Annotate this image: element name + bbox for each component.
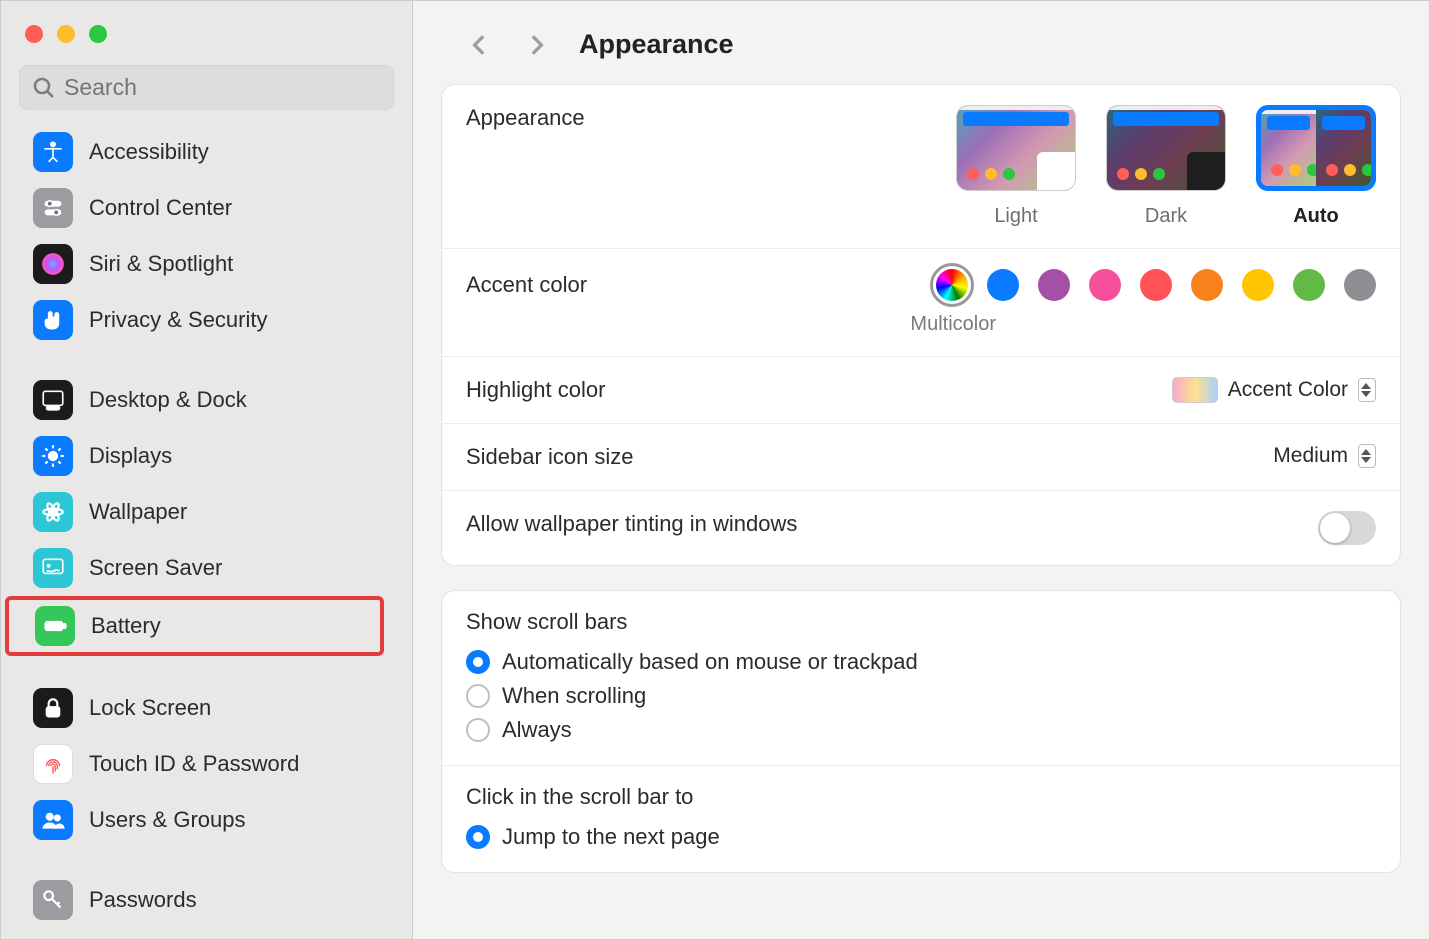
highlight-color-value: Accent Color [1228,378,1348,402]
click-scrollbar-title: Click in the scroll bar to [442,766,1400,820]
sidebar-item-label: Siri & Spotlight [89,251,233,277]
sidebar-item-label: Privacy & Security [89,307,268,333]
window-close-button[interactable] [25,25,43,43]
appearance-card: Appearance Light Dark Auto Accent color Mu… [441,84,1401,566]
sidebar-item-label: Screen Saver [89,555,222,581]
scrollbars-list-option-scrolling[interactable]: When scrolling [466,679,1376,713]
sidebar-item-battery[interactable]: Battery [5,596,384,656]
accent-swatch-multicolor[interactable] [936,269,968,301]
accent-color-label: Accent color [466,272,587,298]
sun-icon [33,436,73,476]
radio-label: Always [502,717,572,743]
highlight-color-select[interactable]: Accent Color [1172,377,1376,403]
sidebar-item-wallpaper[interactable]: Wallpaper [1,484,412,540]
scrollbars-list-option-auto[interactable]: Automatically based on mouse or trackpad [466,645,1376,679]
scrollbars-list-option-always[interactable]: Always [466,713,1376,747]
chevron-up-down-icon [1358,378,1376,402]
sidebar-item-desktop-dock[interactable]: Desktop & Dock [1,372,412,428]
accent-swatch-yellow[interactable] [1242,269,1274,301]
sidebar-icon-size-value: Medium [1273,444,1348,468]
battery-icon [35,606,75,646]
scrollbars-title: Show scroll bars [442,591,1400,645]
sidebar-item-touch-id[interactable]: Touch ID & Password [1,736,412,792]
search-icon [32,76,56,100]
accent-swatch-purple[interactable] [1038,269,1070,301]
sidebar-item-control-center[interactable]: Control Center [1,180,412,236]
sidebar-item-screen-saver[interactable]: Screen Saver [1,540,412,596]
sliders-icon [33,188,73,228]
siri-icon [33,244,73,284]
wallpaper-tinting-label: Allow wallpaper tinting in windows [466,511,797,537]
accent-swatch-pink[interactable] [1089,269,1121,301]
page-title: Appearance [579,29,734,60]
accent-swatch-blue[interactable] [987,269,1019,301]
search-field[interactable] [19,65,394,110]
accent-sublabel: Multicolor [466,313,1376,336]
forward-button[interactable] [523,32,549,58]
radio-button[interactable] [466,650,490,674]
radio-label: Jump to the next page [502,824,720,850]
highlight-color-label: Highlight color [466,377,605,403]
sidebar-item-label: Control Center [89,195,232,221]
fingerprint-icon [33,744,73,784]
sidebar-item-displays[interactable]: Displays [1,428,412,484]
sidebar-item-privacy-security[interactable]: Privacy & Security [1,292,412,348]
sidebar-item-label: Battery [91,613,161,639]
wallpaper-tinting-toggle[interactable] [1318,511,1376,545]
appearance-option-auto[interactable]: Auto [1256,105,1376,228]
scrollbars-card: Show scroll bars Automatically based on … [441,590,1401,873]
search-input[interactable] [64,74,381,101]
sidebar-item-label: Touch ID & Password [89,751,299,777]
appearance-thumb-auto [1256,105,1376,191]
accent-swatch-orange[interactable] [1191,269,1223,301]
sidebar-item-label: Displays [89,443,172,469]
appearance-option-dark[interactable]: Dark [1106,105,1226,228]
appearance-thumb-light [956,105,1076,191]
click-scrollbar-list-option-next-page[interactable]: Jump to the next page [466,820,1376,854]
flower-icon [33,492,73,532]
screensaver-icon [33,548,73,588]
accent-swatch-red[interactable] [1140,269,1172,301]
dock-icon [33,380,73,420]
appearance-label: Appearance [466,105,585,131]
appearance-option-light[interactable]: Light [956,105,1076,228]
sidebar-item-passwords[interactable]: Passwords [1,872,412,928]
sidebar-item-label: Users & Groups [89,807,246,833]
sidebar-item-label: Passwords [89,887,197,913]
accessibility-icon [33,132,73,172]
sidebar-item-label: Lock Screen [89,695,211,721]
users-icon [33,800,73,840]
radio-button[interactable] [466,825,490,849]
sidebar-item-lock-screen[interactable]: Lock Screen [1,680,412,736]
sidebar-item-siri-spotlight[interactable]: Siri & Spotlight [1,236,412,292]
window-minimize-button[interactable] [57,25,75,43]
appearance-option-label: Dark [1106,205,1226,228]
radio-button[interactable] [466,684,490,708]
sidebar-item-label: Desktop & Dock [89,387,247,413]
appearance-thumb-dark [1106,105,1226,191]
radio-label: When scrolling [502,683,646,709]
appearance-option-label: Light [956,205,1076,228]
sidebar-item-label: Accessibility [89,139,209,165]
sidebar-item-accessibility[interactable]: Accessibility [1,124,412,180]
lock-icon [33,688,73,728]
hand-icon [33,300,73,340]
sidebar-icon-size-select[interactable]: Medium [1273,444,1376,468]
radio-label: Automatically based on mouse or trackpad [502,649,918,675]
sidebar-item-label: Wallpaper [89,499,187,525]
window-zoom-button[interactable] [89,25,107,43]
accent-swatch-green[interactable] [1293,269,1325,301]
chevron-up-down-icon [1358,444,1376,468]
highlight-color-chip [1172,377,1218,403]
appearance-option-label: Auto [1256,205,1376,228]
key-icon [33,880,73,920]
back-button[interactable] [467,32,493,58]
sidebar-item-users-groups[interactable]: Users & Groups [1,792,412,848]
radio-button[interactable] [466,718,490,742]
sidebar-icon-size-label: Sidebar icon size [466,444,634,470]
accent-swatch-gray[interactable] [1344,269,1376,301]
